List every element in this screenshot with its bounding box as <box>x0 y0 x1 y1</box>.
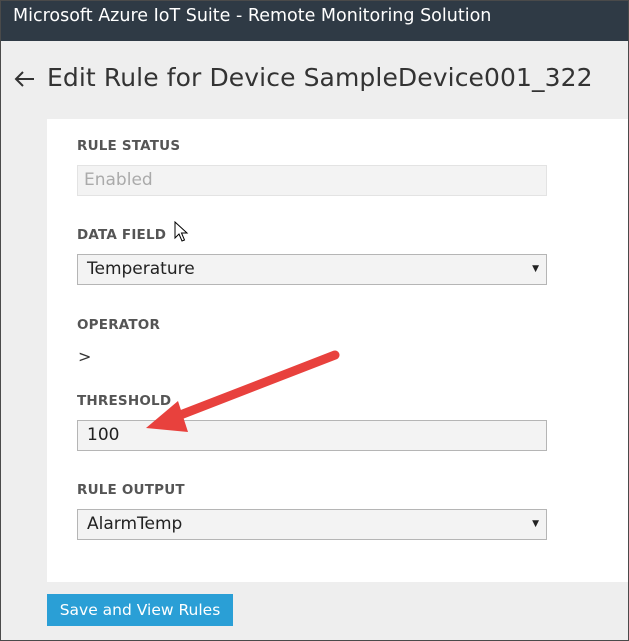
caret-down-icon: ▼ <box>532 519 539 529</box>
page-title: Edit Rule for Device SampleDevice001_322 <box>47 63 593 92</box>
rule-output-label: RULE OUTPUT <box>77 482 185 498</box>
window-titlebar: Microsoft Azure IoT Suite - Remote Monit… <box>1 1 628 41</box>
save-and-view-rules-button[interactable]: Save and View Rules <box>47 594 233 626</box>
page-header: Edit Rule for Device SampleDevice001_322 <box>1 41 628 119</box>
data-field-value: Temperature <box>87 259 195 279</box>
rule-output-value: AlarmTemp <box>87 514 183 534</box>
rule-form-panel: RULE STATUS Enabled DATA FIELD Temperatu… <box>47 119 628 582</box>
window-title: Microsoft Azure IoT Suite - Remote Monit… <box>13 6 492 26</box>
data-field-label: DATA FIELD <box>77 227 167 243</box>
rule-status-value: Enabled <box>84 170 153 190</box>
arrow-left-icon[interactable] <box>13 67 37 91</box>
data-field-select[interactable]: Temperature ▼ <box>77 254 547 285</box>
threshold-input[interactable]: 100 <box>77 420 547 451</box>
threshold-value: 100 <box>87 425 120 445</box>
app-window: Microsoft Azure IoT Suite - Remote Monit… <box>0 0 629 641</box>
rule-status-label: RULE STATUS <box>77 138 181 154</box>
rule-output-select[interactable]: AlarmTemp ▼ <box>77 509 547 540</box>
operator-label: OPERATOR <box>77 317 161 333</box>
operator-value: > <box>78 347 92 366</box>
rule-status-field: Enabled <box>77 165 547 196</box>
caret-down-icon: ▼ <box>532 264 539 274</box>
threshold-label: THRESHOLD <box>77 393 172 409</box>
